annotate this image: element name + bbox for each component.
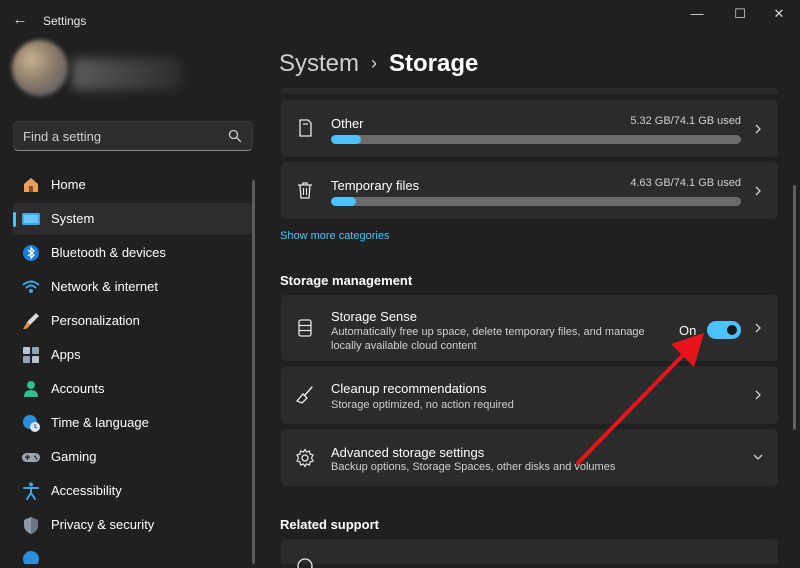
search-input[interactable]: [23, 128, 223, 144]
cleanup-recommendations-card[interactable]: Cleanup recommendations Storage optimize…: [281, 366, 778, 424]
cleanup-description: Storage optimized, no action required: [331, 399, 514, 411]
sidebar-item-label: Time & language: [51, 415, 149, 430]
storage-sense-title: Storage Sense: [331, 309, 418, 324]
wifi-icon: [22, 280, 40, 293]
home-icon: [24, 178, 38, 192]
system-icon: [22, 213, 40, 225]
globe-icon: [297, 558, 313, 568]
avatar[interactable]: [12, 40, 68, 96]
globe-clock-icon: [23, 415, 40, 432]
search-box[interactable]: [13, 121, 253, 151]
toggle-state-label: On: [679, 323, 697, 338]
category-other[interactable]: Other 5.32 GB/74.1 GB used: [281, 100, 778, 157]
storage-sense-toggle[interactable]: [707, 321, 741, 339]
storage-sense-card[interactable]: Storage Sense Automatically free up spac…: [281, 295, 778, 361]
update-icon: [23, 551, 39, 564]
chevron-right-icon: [755, 323, 761, 333]
gear-icon: [296, 448, 314, 468]
sidebar-item-network[interactable]: Network & internet: [13, 271, 253, 303]
section-heading: Related support: [280, 517, 379, 532]
sidebar-item-personalization[interactable]: Personalization: [13, 305, 253, 337]
usage-bar-fill: [331, 135, 361, 144]
sidebar-item-label: Home: [51, 177, 86, 192]
advanced-description: Backup options, Storage Spaces, other di…: [331, 461, 616, 473]
broom-icon: [295, 386, 313, 404]
sidebar-item-label: Gaming: [51, 449, 97, 464]
sidebar-item-label: Accounts: [51, 381, 105, 396]
profile-name-blurred: [72, 58, 182, 90]
selection-indicator: [13, 212, 16, 227]
card-partial-top: [281, 88, 778, 94]
sidebar-item-label: Personalization: [51, 313, 140, 328]
app-title: Settings: [43, 14, 87, 28]
apps-icon: [23, 347, 39, 363]
category-usage: 4.63 GB/74.1 GB used: [630, 177, 741, 189]
title-bar: ← Settings — ☐ ✕: [0, 0, 800, 40]
document-icon: [299, 119, 312, 137]
category-usage: 5.32 GB/74.1 GB used: [630, 115, 741, 127]
breadcrumb: System › Storage: [279, 50, 478, 78]
chevron-right-icon: [755, 186, 761, 196]
category-name: Other: [331, 116, 364, 131]
toggle-knob: [727, 325, 737, 335]
usage-bar: [331, 197, 741, 206]
accounts-icon: [24, 381, 38, 397]
sidebar-item-accessibility[interactable]: Accessibility: [13, 475, 253, 507]
chevron-down-icon: [753, 454, 763, 460]
close-button[interactable]: ✕: [762, 4, 796, 24]
sidebar-item-apps[interactable]: Apps: [13, 339, 253, 371]
storage-drive-icon: [298, 319, 312, 337]
main-scrollbar[interactable]: [793, 185, 796, 430]
chevron-right-icon: [755, 390, 761, 400]
cleanup-title: Cleanup recommendations: [331, 381, 487, 396]
accessibility-icon: [23, 482, 39, 500]
back-arrow-icon[interactable]: ←: [12, 12, 28, 28]
sidebar-item-label: Bluetooth & devices: [51, 245, 166, 260]
shield-icon: [24, 517, 38, 534]
breadcrumb-separator: ›: [371, 53, 378, 73]
advanced-storage-settings-card[interactable]: Advanced storage settings Backup options…: [281, 429, 778, 486]
show-more-categories-link[interactable]: Show more categories: [280, 230, 389, 242]
category-name: Temporary files: [331, 178, 420, 193]
search-icon: [228, 129, 242, 143]
breadcrumb-parent[interactable]: System: [279, 50, 359, 77]
brush-icon: [23, 313, 39, 330]
sidebar-item-accounts[interactable]: Accounts: [13, 373, 253, 405]
sidebar-item-label: Privacy & security: [51, 517, 155, 532]
sidebar-item-label: Apps: [51, 347, 81, 362]
trash-icon: [298, 182, 312, 199]
sidebar-item-privacy-security[interactable]: Privacy & security: [13, 509, 253, 541]
sidebar-item-system[interactable]: System: [13, 203, 253, 235]
sidebar-scrollbar[interactable]: [252, 180, 255, 564]
related-support-card[interactable]: [281, 539, 778, 568]
sidebar-item-gaming[interactable]: Gaming: [13, 441, 253, 473]
page-title: Storage: [389, 50, 479, 77]
sidebar-item-home[interactable]: Home: [13, 169, 253, 201]
sidebar-item-windows-update[interactable]: [13, 543, 253, 564]
minimize-button[interactable]: —: [680, 4, 714, 24]
storage-sense-description: Automatically free up space, delete temp…: [331, 326, 645, 352]
bluetooth-icon: [23, 245, 39, 261]
category-temporary-files[interactable]: Temporary files 4.63 GB/74.1 GB used: [281, 162, 778, 219]
sidebar-item-bluetooth[interactable]: Bluetooth & devices: [13, 237, 253, 269]
sidebar-item-label: System: [51, 211, 95, 226]
advanced-title: Advanced storage settings: [331, 445, 485, 460]
sidebar-item-label: Accessibility: [51, 483, 122, 498]
sidebar-item-time-language[interactable]: Time & language: [13, 407, 253, 439]
usage-bar-fill: [331, 197, 357, 206]
maximize-button[interactable]: ☐: [723, 4, 757, 24]
chevron-right-icon: [755, 124, 761, 134]
usage-bar: [331, 135, 741, 144]
sidebar-item-label: Network & internet: [51, 279, 158, 294]
gamepad-icon: [22, 453, 40, 462]
section-heading: Storage management: [280, 273, 413, 288]
